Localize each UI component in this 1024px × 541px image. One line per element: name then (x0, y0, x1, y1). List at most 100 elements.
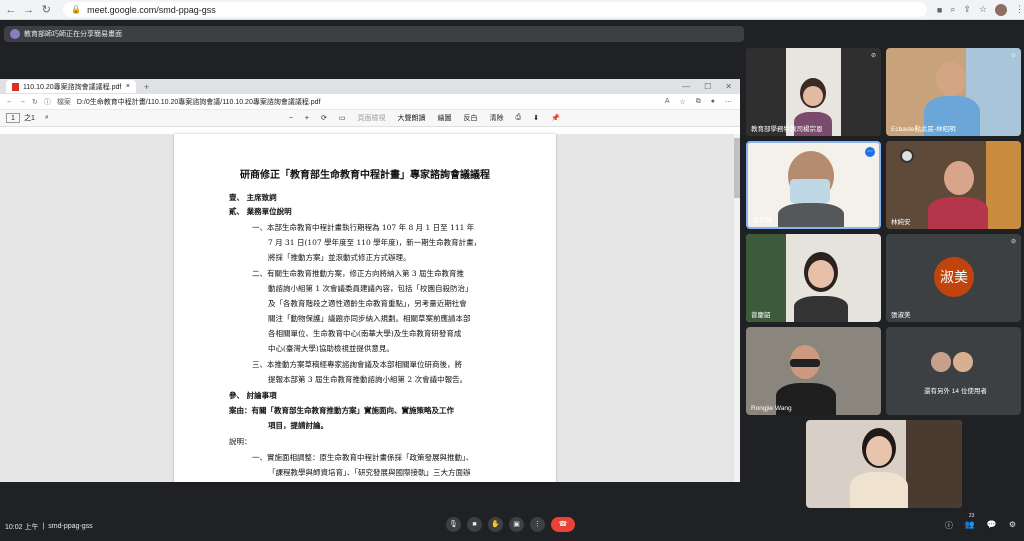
zoom-icon[interactable]: ⌕ (950, 4, 955, 15)
minimize-icon[interactable]: — (682, 82, 690, 91)
document-line: 壹、 主席致詞 (229, 193, 277, 202)
participant-tile[interactable]: 吳明璋 ⋯ (746, 141, 881, 229)
camera-button[interactable]: ■ (467, 517, 482, 532)
erase-button[interactable]: 清除 (490, 113, 504, 123)
meet-control-bar: 10:02 上午 | smd-ppag-gss 🎙 ■ ✋ ▣ ⋮ ☎ ⓘ 23… (0, 512, 1024, 541)
mic-off-icon: ⊘ (870, 53, 876, 59)
star-icon[interactable]: ☆ (679, 98, 685, 106)
maximize-icon[interactable]: ☐ (704, 82, 711, 91)
page-view-button[interactable]: 頁面檢視 (358, 113, 386, 123)
document-line: 各相關單位、生命教育中心(南華大學)及生命教育研發育成 (268, 329, 462, 338)
search-icon[interactable]: ⌕ (45, 114, 49, 122)
forward-icon[interactable]: → (19, 98, 26, 105)
profile-avatar[interactable] (994, 3, 1007, 16)
document-line: 中心(臺灣大學)協助檢視並提供意見。 (268, 344, 394, 353)
camera-icon[interactable]: ■ (937, 5, 942, 15)
participant-tile[interactable]: Rongjie Wang (746, 327, 881, 415)
highlight-button[interactable]: 反白 (464, 113, 478, 123)
chat-icon[interactable]: 💬 (987, 520, 997, 531)
document-line: 說明： (229, 437, 252, 446)
document-line: 案由：有關「教育部生命教育推動方案」實施面向、實施策略及工作 (229, 406, 454, 415)
fit-icon[interactable]: ▭ (339, 114, 346, 122)
zoom-out-button[interactable]: − (289, 115, 293, 122)
participant-tile[interactable]: 曾慶韶 ⊘ (746, 234, 881, 322)
pdf-page: 研商修正「教育部生命教育中程計畫」專家諮詢會議議程 壹、 主席致詞 貳、 業務單位… (174, 134, 556, 482)
shared-tab[interactable]: 110.10.20專案諮詢會議議程.pdf × (6, 80, 136, 93)
url-text: meet.google.com/smd-ppag-gss (87, 4, 216, 15)
profile-icon[interactable]: ● (711, 98, 715, 106)
info-icon: ⓘ (43, 98, 51, 106)
read-icon[interactable]: A (665, 98, 670, 106)
raise-hand-button[interactable]: ✋ (488, 517, 503, 532)
pdf-icon (12, 82, 19, 91)
present-button[interactable]: ▣ (509, 517, 524, 532)
new-tab-button[interactable]: + (144, 82, 149, 92)
participant-avatar (952, 351, 974, 373)
end-call-button[interactable]: ☎ (551, 517, 575, 532)
page-number-input[interactable]: 1 (6, 113, 20, 123)
shared-screen: 110.10.20專案諮詢會議議程.pdf × + — ☐ ✕ ← → ↻ ⓘ … (0, 79, 740, 482)
participant-avatar: 淑美 (934, 257, 974, 297)
address-bar[interactable]: 🔒 meet.google.com/smd-ppag-gss (63, 2, 927, 17)
people-icon: 👥 (964, 520, 975, 529)
participant-tile[interactable]: 林純安 (886, 141, 1021, 229)
presenting-banner[interactable]: 教育部師巧師正在分享簡易畫面 (4, 26, 744, 42)
menu-icon[interactable]: ⋮ (1015, 4, 1024, 15)
participant-name: 林純安 (891, 219, 911, 226)
present-icon: ▣ (513, 521, 520, 528)
participant-tile[interactable]: 教育部學務特教司楊宗恩 ⊘ (746, 48, 881, 136)
reload-icon[interactable]: ↻ (32, 98, 38, 106)
pdf-viewer[interactable]: 研商修正「教育部生命教育中程計畫」專家諮詢會議議程 壹、 主席致詞 貳、 業務單位… (0, 134, 740, 482)
save-icon[interactable]: ⬇ (533, 114, 539, 122)
camera-icon: ■ (472, 521, 477, 528)
meeting-time: 10:02 上午 (5, 523, 39, 531)
document-line: 動諮詢小組第 1 次會議委員建議內容，包括「校園自殺防治」 (268, 284, 473, 293)
document-title: 研商修正「教育部生命教育中程計畫」專家諮詢會議議程 (240, 170, 490, 181)
rotate-icon[interactable]: ⟳ (321, 114, 327, 122)
raise-hand-icon: ✋ (491, 521, 500, 528)
share-icon[interactable]: ⇪ (963, 4, 971, 15)
people-button[interactable]: 23 👥 (964, 513, 975, 531)
more-options-icon[interactable]: ⋯ (865, 147, 875, 157)
reload-icon[interactable]: ↻ (39, 3, 53, 16)
close-window-icon[interactable]: ✕ (725, 82, 732, 91)
presenting-label: 教育部師巧師正在分享簡易畫面 (24, 31, 122, 38)
read-aloud-button[interactable]: 大聲朗讀 (398, 113, 426, 123)
tab-close-icon[interactable]: × (126, 83, 130, 90)
address-label: 檔案 (56, 98, 71, 106)
activities-icon[interactable]: ⚙ (1009, 520, 1016, 531)
collections-icon[interactable]: ⧉ (696, 98, 701, 106)
document-line: 二、有關生命教育推動方案，修正方向將納入第 3 屆生命教育推 (252, 269, 465, 278)
others-tile[interactable]: 還有另外 14 位使用者 (886, 327, 1021, 415)
document-line: 一、本部生命教育中程計畫執行期程為 107 年 8 月 1 日至 111 年 (252, 223, 475, 232)
draw-button[interactable]: 繪圖 (438, 113, 452, 123)
shared-tab-bar: 110.10.20專案諮詢會議議程.pdf × + — ☐ ✕ (0, 79, 740, 94)
document-line: 參、 討論事項 (229, 391, 277, 400)
zoom-in-button[interactable]: + (305, 115, 309, 122)
more-button[interactable]: ⋮ (530, 517, 545, 532)
file-path[interactable]: D:/0生命教育中程計畫/110.10.20專案諮詢會議/110.10.20專案… (77, 97, 321, 107)
participant-tile[interactable]: Ecbaste點此區-林昭明 ⊘ (886, 48, 1021, 136)
pin-icon[interactable]: 📌 (551, 114, 560, 122)
participant-name: 教育部學務特教司楊宗恩 (751, 126, 823, 133)
self-view-tile[interactable] (806, 420, 962, 508)
back-icon[interactable]: ← (4, 4, 18, 16)
others-label: 還有另外 14 位使用者 (924, 388, 987, 395)
page-total: 之1 (24, 115, 35, 122)
mic-off-icon: ⊘ (1010, 239, 1016, 245)
back-icon[interactable]: ← (6, 98, 13, 105)
document-line: 「課程教學與師資培育」、「研究發展與國際接軌」三大方面辦 (268, 468, 471, 477)
scrollbar[interactable] (734, 134, 740, 482)
document-line: 提報本部第 3 屆生命教育推動諮詢小組第 2 次會議中報告。 (268, 375, 468, 384)
menu-icon[interactable]: ⋯ (725, 98, 732, 106)
forward-icon[interactable]: → (22, 4, 36, 16)
info-icon[interactable]: ⓘ (945, 520, 953, 531)
participant-tile[interactable]: 淑美 張淑美 ⊘ (886, 234, 1021, 322)
document-line: 項目，提請討論。 (268, 421, 328, 430)
scrollbar-thumb[interactable] (734, 138, 740, 198)
participant-name: Ecbaste點此區-林昭明 (891, 126, 956, 133)
star-icon[interactable]: ☆ (979, 4, 987, 15)
print-icon[interactable]: ⎙ (516, 114, 522, 122)
mic-button[interactable]: 🎙 (446, 517, 461, 532)
participant-count: 23 (968, 513, 975, 519)
